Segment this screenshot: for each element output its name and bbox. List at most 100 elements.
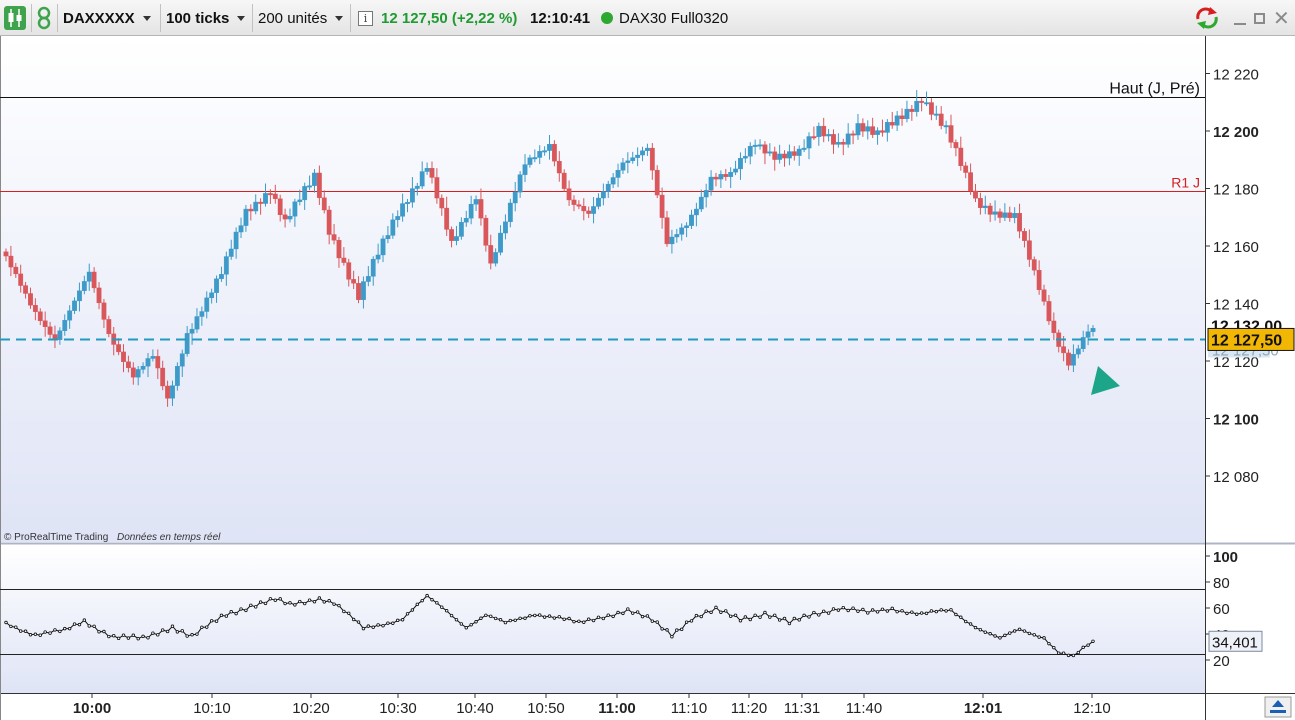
- candle: [870, 126, 876, 135]
- candle: [640, 150, 645, 156]
- chart-area[interactable]: Haut (J, Pré) R1 J 12 220 12 200 12 180 12 1…: [0, 0, 1295, 720]
- candle: [605, 183, 611, 192]
- indicator-point: [1032, 633, 1036, 637]
- indicator-point: [268, 597, 273, 601]
- candle: [537, 151, 543, 158]
- indicator-point: [934, 609, 939, 614]
- indicator-point: [474, 620, 478, 624]
- candle: [165, 385, 170, 399]
- indicator-point: [704, 609, 708, 613]
- indicator-point: [640, 614, 645, 619]
- indicator-point: [9, 624, 13, 629]
- candle: [581, 205, 587, 212]
- candle: [370, 258, 376, 277]
- indicator-point: [665, 628, 669, 632]
- contract-label: DAX30 Full0320: [619, 9, 729, 27]
- candle: [777, 153, 783, 160]
- candle: [62, 320, 68, 331]
- indicator-point: [547, 614, 552, 618]
- indicator-point: [43, 630, 47, 634]
- indicator-point: [680, 627, 684, 632]
- maximize-icon: [1254, 12, 1265, 24]
- candle: [625, 160, 631, 163]
- refresh-button[interactable]: [1194, 5, 1220, 31]
- y-tick-label: 12 140: [1213, 297, 1259, 314]
- candle: [140, 365, 146, 370]
- indicator-point: [552, 616, 557, 620]
- indicator-point: [454, 618, 459, 622]
- indicator-point: [18, 629, 23, 633]
- ticks-selector[interactable]: 100 ticks: [166, 5, 246, 31]
- candle: [684, 225, 689, 228]
- minimize-button[interactable]: [1234, 5, 1246, 31]
- candle: [3, 251, 9, 257]
- units-label: 200 unités: [258, 9, 328, 27]
- close-button[interactable]: ✕: [1273, 5, 1290, 31]
- indicator-point: [234, 611, 238, 616]
- indicator-point: [1091, 639, 1095, 643]
- indicator-point: [116, 636, 121, 641]
- indicator-point: [821, 609, 826, 613]
- indicator-point: [861, 607, 865, 612]
- units-selector[interactable]: 200 unités: [258, 5, 344, 31]
- link-icon[interactable]: [35, 5, 55, 31]
- indicator-point: [165, 629, 170, 634]
- indicator-point: [748, 617, 752, 622]
- candle: [659, 194, 665, 218]
- price-axis-bg: [1205, 36, 1295, 544]
- candle: [1051, 320, 1057, 333]
- y-tick-label: 12 180: [1213, 182, 1259, 199]
- indicator-point: [895, 609, 899, 614]
- candle: [522, 164, 528, 175]
- candle: [953, 142, 959, 149]
- indicator-point: [180, 629, 184, 633]
- candle: [884, 122, 890, 133]
- indicator-point: [915, 612, 919, 616]
- indicator-point: [694, 613, 699, 618]
- candle: [86, 271, 92, 282]
- r1-label: R1 J: [1171, 175, 1200, 191]
- instrument-selector[interactable]: DAXXXXX: [63, 5, 151, 31]
- candle: [341, 257, 347, 263]
- candle: [434, 177, 440, 199]
- indicator-point: [498, 618, 503, 622]
- indicator-point: [63, 626, 67, 631]
- indicator-point: [298, 599, 302, 604]
- indicator-point: [621, 611, 625, 616]
- indicator-point: [998, 636, 1002, 640]
- indicator-point: [738, 619, 743, 623]
- indicator-point: [1012, 629, 1017, 633]
- indicator-point: [366, 624, 371, 628]
- indicator-point: [513, 618, 517, 623]
- candle: [596, 197, 601, 207]
- indicator-point: [263, 601, 268, 606]
- indicator-point: [591, 618, 596, 623]
- candlestick-icon[interactable]: [4, 5, 28, 31]
- indicator-point: [684, 620, 689, 624]
- indicator-point: [312, 600, 317, 604]
- candle: [307, 185, 312, 188]
- indicator-point: [807, 615, 811, 619]
- y-tick-label: 12 160: [1213, 239, 1259, 256]
- candle: [1061, 346, 1067, 354]
- candle: [150, 356, 156, 359]
- y-tick-label: 12 220: [1213, 67, 1259, 84]
- candle: [297, 199, 303, 202]
- candle: [943, 125, 949, 128]
- candle: [801, 147, 807, 150]
- candle: [767, 151, 773, 154]
- candle: [81, 281, 87, 291]
- indicator-point: [1008, 631, 1012, 635]
- indicator-point: [205, 625, 209, 629]
- info-button[interactable]: i: [358, 5, 373, 31]
- minimize-icon: [1234, 23, 1246, 25]
- indicator-point: [293, 603, 297, 607]
- candle: [968, 172, 973, 192]
- candle: [787, 151, 792, 159]
- maximize-button[interactable]: [1254, 5, 1265, 31]
- x-tick-label: 10:50: [527, 700, 565, 717]
- candle: [498, 232, 503, 253]
- indicator-point: [699, 614, 703, 619]
- candle: [248, 208, 254, 212]
- candle: [375, 254, 381, 260]
